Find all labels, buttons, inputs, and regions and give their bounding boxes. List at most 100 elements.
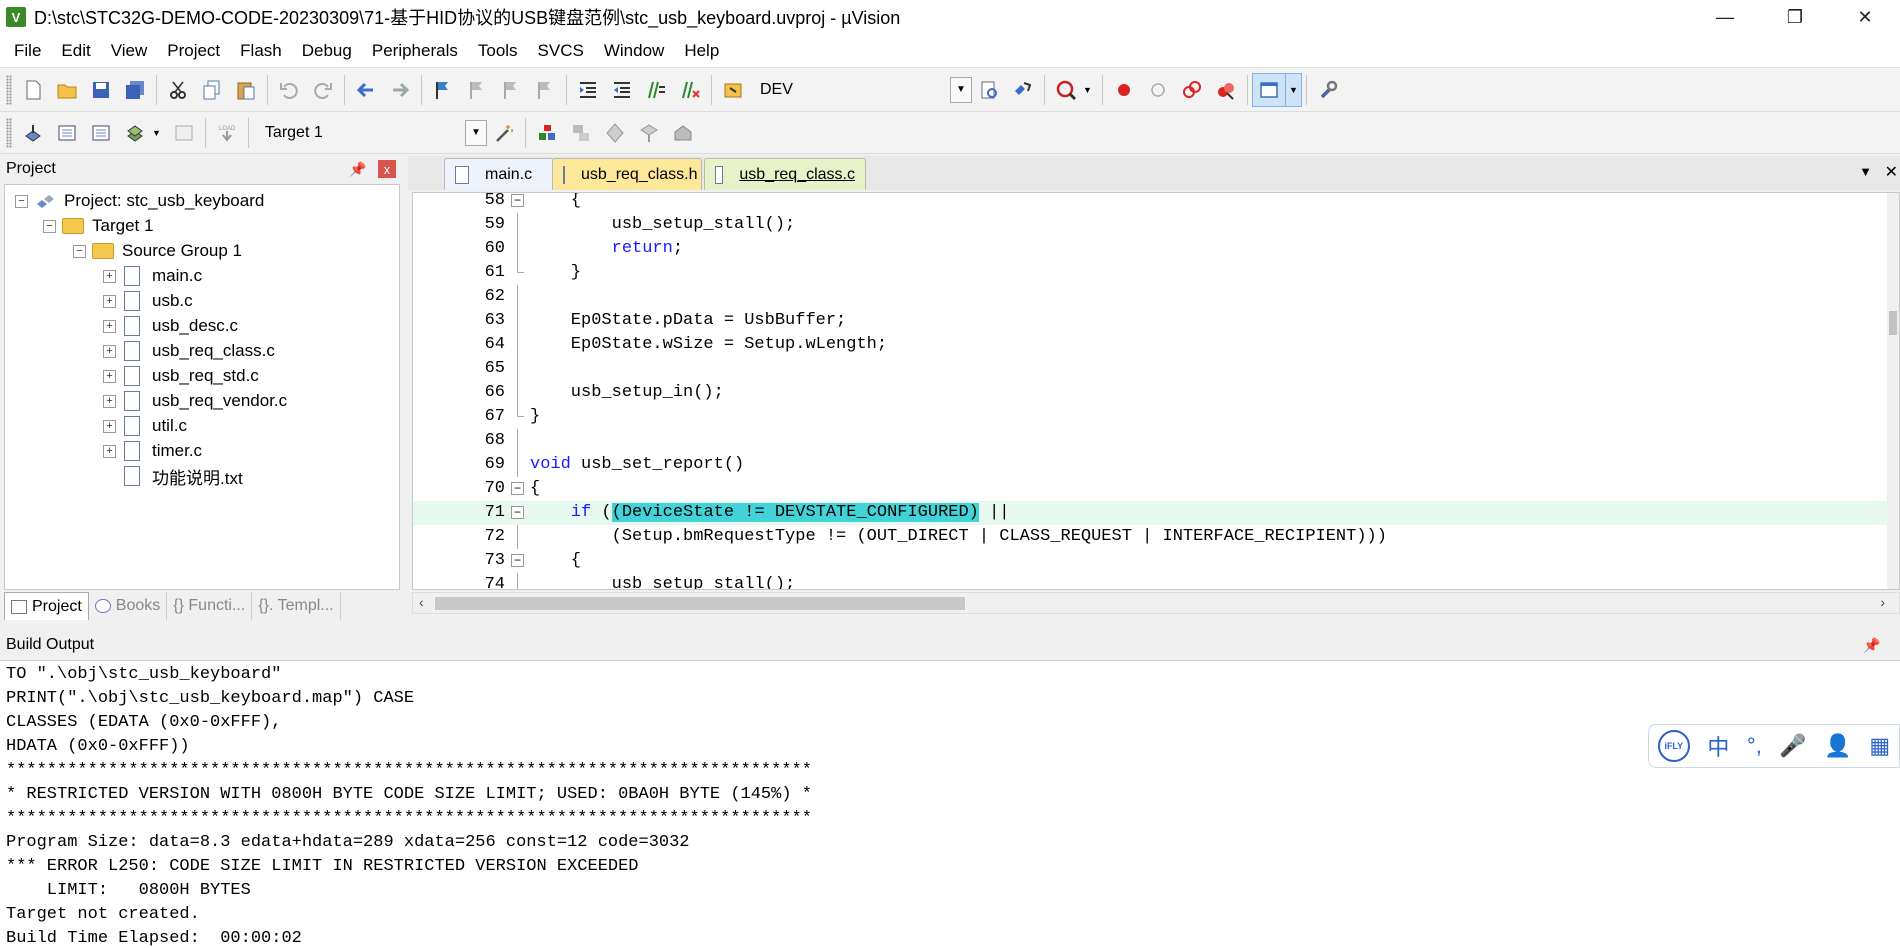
- next-bookmark-icon[interactable]: [494, 73, 528, 107]
- tree-file[interactable]: + timer.c: [103, 438, 202, 464]
- collapse-icon[interactable]: −: [15, 194, 28, 208]
- tab-functions[interactable]: {} Functi...: [167, 592, 253, 620]
- tree-file[interactable]: + util.c: [103, 413, 187, 439]
- expand-icon[interactable]: +: [103, 394, 116, 408]
- stop-build-icon[interactable]: [167, 116, 201, 150]
- tab-templates[interactable]: {}. Templ...: [252, 592, 341, 620]
- code-line[interactable]: 59 usb_setup_stall();: [413, 213, 1899, 237]
- code-line[interactable]: 67}: [413, 405, 1899, 429]
- pack-installer-icon[interactable]: [666, 116, 700, 150]
- code-line[interactable]: 65: [413, 357, 1899, 381]
- scroll-thumb[interactable]: [435, 597, 965, 610]
- tree-file[interactable]: + usb_req_vendor.c: [103, 388, 287, 414]
- code-line[interactable]: 73− {: [413, 549, 1899, 573]
- code-line[interactable]: 60 return;: [413, 237, 1899, 261]
- chevron-down-icon[interactable]: ▼: [152, 128, 161, 138]
- incremental-find-icon[interactable]: [972, 73, 1006, 107]
- menu-view[interactable]: View: [101, 41, 158, 61]
- tab-usb-req-class-c[interactable]: usb_req_class.c: [704, 158, 866, 190]
- file-extensions-icon[interactable]: [564, 116, 598, 150]
- close-window-button[interactable]: ✕: [1830, 0, 1900, 34]
- menu-svcs[interactable]: SVCS: [528, 41, 594, 61]
- code-line[interactable]: 74 usb_setup_stall();: [413, 573, 1899, 589]
- tree-file[interactable]: + usb_req_class.c: [103, 338, 275, 364]
- translate-icon[interactable]: [16, 116, 50, 150]
- expand-icon[interactable]: +: [103, 294, 116, 308]
- menu-debug[interactable]: Debug: [292, 41, 362, 61]
- ime-punctuation-toggle[interactable]: °,: [1747, 733, 1762, 759]
- tree-source-group[interactable]: − Source Group 1: [73, 238, 242, 264]
- code-line[interactable]: 63 Ep0State.pData = UsbBuffer;: [413, 309, 1899, 333]
- unindent-icon[interactable]: [605, 73, 639, 107]
- comment-icon[interactable]: [639, 73, 673, 107]
- tab-books[interactable]: Books: [89, 592, 168, 620]
- code-line[interactable]: 72 (Setup.bmRequestType != (OUT_DIRECT |…: [413, 525, 1899, 549]
- window-layout-icon[interactable]: [1251, 72, 1286, 107]
- select-packs-icon[interactable]: [632, 116, 666, 150]
- cut-icon[interactable]: [161, 73, 195, 107]
- expand-icon[interactable]: +: [103, 269, 116, 283]
- menu-flash[interactable]: Flash: [230, 41, 292, 61]
- user-icon[interactable]: 👤: [1824, 733, 1851, 759]
- ime-grid-icon[interactable]: ▦: [1869, 733, 1890, 759]
- indent-icon[interactable]: [571, 73, 605, 107]
- menu-file[interactable]: File: [0, 41, 51, 61]
- tab-project[interactable]: Project: [4, 592, 89, 620]
- code-line[interactable]: 62: [413, 285, 1899, 309]
- chevron-down-icon[interactable]: ▼: [464, 119, 487, 146]
- fold-collapse-icon[interactable]: −: [511, 482, 524, 495]
- restore-button[interactable]: ❐: [1760, 0, 1830, 34]
- tree-file[interactable]: + usb.c: [103, 288, 193, 314]
- scroll-thumb[interactable]: [1889, 311, 1897, 335]
- prev-bookmark-icon[interactable]: [460, 73, 494, 107]
- microphone-icon[interactable]: 🎤: [1779, 733, 1806, 759]
- expand-icon[interactable]: +: [103, 444, 116, 458]
- tab-main-c[interactable]: main.c: [444, 158, 554, 190]
- find-references-icon[interactable]: [1006, 73, 1040, 107]
- packs-icon[interactable]: [598, 116, 632, 150]
- redo-icon[interactable]: [306, 73, 340, 107]
- fold-collapse-icon[interactable]: −: [511, 554, 524, 567]
- undo-icon[interactable]: [272, 73, 306, 107]
- enable-breakpoint-icon[interactable]: [1141, 73, 1175, 107]
- code-editor[interactable]: 58− {59 usb_setup_stall(); 60 return; 61 }…: [412, 192, 1900, 590]
- tree-file[interactable]: 功能说明.txt: [122, 463, 243, 489]
- tab-usb-req-class-h[interactable]: usb_req_class.h: [552, 158, 702, 190]
- toolbar-grip[interactable]: [6, 117, 12, 148]
- ifly-logo-icon[interactable]: iFLY: [1657, 730, 1690, 762]
- expand-icon[interactable]: +: [103, 369, 116, 383]
- disable-breakpoints-icon[interactable]: [1175, 73, 1209, 107]
- expand-icon[interactable]: +: [103, 344, 116, 358]
- tree-file[interactable]: + usb_desc.c: [103, 313, 238, 339]
- bookmark-icon[interactable]: [426, 73, 460, 107]
- close-panel-button[interactable]: x: [378, 160, 396, 178]
- find-in-files-icon[interactable]: [716, 73, 750, 107]
- code-line[interactable]: 68: [413, 429, 1899, 453]
- fold-collapse-icon[interactable]: −: [511, 506, 524, 519]
- expand-icon[interactable]: +: [103, 319, 116, 333]
- manage-project-items-icon[interactable]: [530, 116, 564, 150]
- tree-file[interactable]: + usb_req_std.c: [103, 363, 259, 389]
- target-select[interactable]: Target 1: [265, 124, 465, 142]
- pin-icon[interactable]: 📌: [1862, 637, 1882, 654]
- configure-wrench-icon[interactable]: [1311, 73, 1345, 107]
- copy-icon[interactable]: [195, 73, 229, 107]
- kill-breakpoints-icon[interactable]: [1209, 73, 1243, 107]
- navigate-forward-icon[interactable]: [383, 73, 417, 107]
- code-line[interactable]: 58− {: [413, 193, 1899, 213]
- menu-window[interactable]: Window: [594, 41, 674, 61]
- debug-session-icon[interactable]: [1049, 73, 1083, 107]
- target-options-wand-icon[interactable]: [487, 116, 521, 150]
- batch-build-icon[interactable]: [118, 116, 152, 150]
- minimize-button[interactable]: —: [1690, 0, 1760, 34]
- vertical-scrollbar[interactable]: [1887, 193, 1899, 589]
- clear-bookmarks-icon[interactable]: [528, 73, 562, 107]
- download-load-icon[interactable]: LOAD: [210, 116, 244, 150]
- collapse-icon[interactable]: −: [73, 244, 86, 258]
- scroll-left-icon[interactable]: ‹: [419, 594, 424, 610]
- save-icon[interactable]: [84, 73, 118, 107]
- insert-breakpoint-icon[interactable]: [1107, 73, 1141, 107]
- paste-icon[interactable]: [229, 73, 263, 107]
- menu-peripherals[interactable]: Peripherals: [362, 41, 468, 61]
- chevron-down-icon[interactable]: ▼: [1083, 85, 1092, 95]
